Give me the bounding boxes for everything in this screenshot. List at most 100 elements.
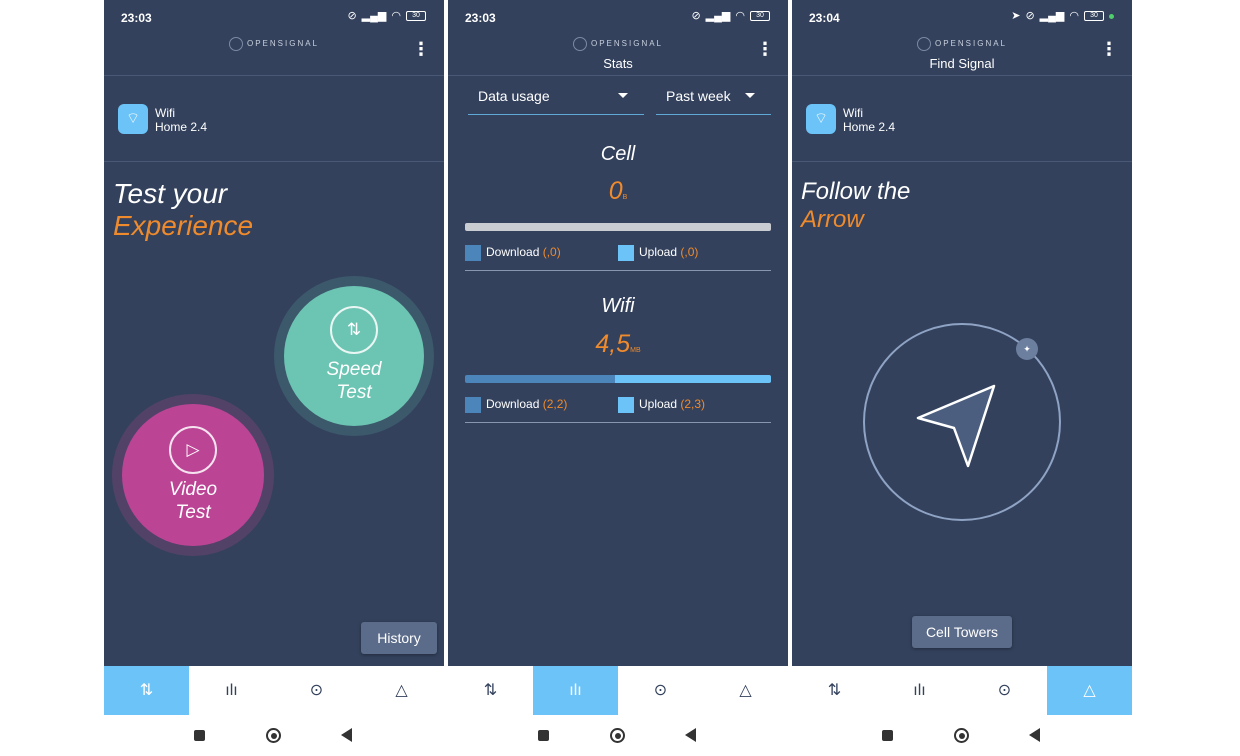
network-type: Wifi (843, 106, 863, 120)
network-info: ⌔ Wifi Home 2.4 (792, 76, 1132, 162)
overflow-menu-icon[interactable]: ⋮ (1100, 40, 1118, 58)
download-swatch (465, 397, 481, 413)
cell-usage-bar (465, 223, 771, 231)
map-pin-icon: ⊙ (653, 682, 668, 699)
navigation-triangle-icon: △ (395, 682, 408, 699)
bar-chart-icon: ılı (913, 682, 926, 699)
wifi-status-icon: ◠ (391, 10, 401, 22)
history-button[interactable]: History (361, 622, 437, 654)
privacy-indicator-dot (1109, 13, 1114, 19)
signal-bars-icon: ▂▄▆ (1039, 10, 1065, 22)
recents-icon[interactable] (882, 730, 893, 741)
wifi-title: Wifi (601, 295, 635, 317)
wifi-icon: ⌔ (806, 104, 836, 134)
wifi-status-icon: ◠ (1069, 10, 1079, 22)
tab-find-signal[interactable]: △ (359, 666, 444, 715)
speed-arrows-icon: ⇅ (330, 306, 378, 354)
system-nav (448, 715, 788, 756)
home-icon[interactable] (266, 728, 281, 743)
upload-swatch (618, 397, 634, 413)
overflow-menu-icon[interactable]: ⋮ (756, 40, 774, 58)
phone-screen-find-signal: 23:04 ➤ ⊘ ▂▄▆ ◠ 30 OPENSIGNAL Find Signa… (792, 0, 1132, 756)
metric-dropdown[interactable]: Data usage (468, 84, 644, 115)
status-time: 23:03 (121, 11, 152, 25)
speed-test-button[interactable]: ⇅ Speed Test (284, 286, 424, 426)
system-nav (792, 715, 1132, 756)
alarm-off-icon: ⊘ (1025, 10, 1035, 22)
alarm-off-icon: ⊘ (347, 10, 357, 22)
back-icon[interactable] (685, 728, 696, 742)
tab-stats[interactable]: ılı (189, 666, 274, 715)
home-icon[interactable] (954, 728, 969, 743)
wifi-usage-bar (465, 375, 771, 383)
overflow-menu-icon[interactable]: ⋮ (412, 40, 430, 58)
tab-find-signal[interactable]: △ (1047, 666, 1132, 715)
arrows-updown-icon: ⇅ (827, 682, 842, 699)
cell-value: 0B (608, 177, 628, 205)
tab-find-signal[interactable]: △ (703, 666, 788, 715)
opensignal-logo: OPENSIGNAL (792, 37, 1132, 51)
video-test-button[interactable]: ▷ Video Test (122, 404, 264, 546)
bar-chart-icon: ılı (569, 682, 582, 699)
wifi-status-icon: ◠ (735, 10, 745, 22)
tab-speed-test[interactable]: ⇅ (792, 666, 877, 715)
tab-map[interactable]: ⊙ (274, 666, 359, 715)
status-bar: 23:03 ⊘ ▂▄▆ ◠ 30 (448, 0, 788, 34)
battery-icon: 30 (406, 11, 426, 21)
wifi-download-segment (465, 375, 615, 383)
bar-chart-icon: ılı (225, 682, 238, 699)
download-swatch (465, 245, 481, 261)
dropdown-caret-icon (745, 93, 755, 98)
recents-icon[interactable] (194, 730, 205, 741)
play-icon: ▷ (169, 426, 217, 474)
bottom-nav: ⇅ ılı ⊙ △ (448, 666, 788, 715)
system-nav (104, 715, 444, 756)
tab-stats[interactable]: ılı (877, 666, 962, 715)
home-icon[interactable] (610, 728, 625, 743)
back-icon[interactable] (341, 728, 352, 742)
dropdown-caret-icon (618, 93, 628, 98)
period-dropdown[interactable]: Past week (656, 84, 771, 115)
signal-bars-icon: ▂▄▆ (705, 10, 731, 22)
tab-map[interactable]: ⊙ (618, 666, 703, 715)
tab-speed-test[interactable]: ⇅ (448, 666, 533, 715)
upload-swatch (618, 245, 634, 261)
network-info: ⌔ Wifi Home 2.4 (104, 76, 444, 162)
battery-icon: 30 (1084, 11, 1104, 21)
wifi-legend: Download (2,2) Upload (2,3) (465, 391, 771, 423)
cell-tower-icon: ✦ (1016, 338, 1038, 360)
network-name: Home 2.4 (843, 120, 896, 134)
logo-mark-icon (572, 37, 587, 51)
arrows-updown-icon: ⇅ (483, 682, 498, 699)
status-bar: 23:03 ⊘ ▂▄▆ ◠ 30 (104, 0, 444, 34)
logo-mark-icon (916, 37, 931, 51)
phone-screen-stats: 23:03 ⊘ ▂▄▆ ◠ 30 OPENSIGNAL Stats ⋮ Data… (448, 0, 788, 756)
app-bar: OPENSIGNAL ⋮ (104, 34, 444, 76)
map-pin-icon: ⊙ (309, 682, 324, 699)
headline: Test your Experience (113, 178, 254, 241)
app-bar: OPENSIGNAL Find Signal ⋮ (792, 34, 1132, 76)
tab-map[interactable]: ⊙ (962, 666, 1047, 715)
navigation-triangle-icon: △ (739, 682, 752, 699)
navigation-triangle-icon: △ (1083, 682, 1096, 699)
phone-screen-speed-test: 23:03 ⊘ ▂▄▆ ◠ 30 OPENSIGNAL ⋮ ⌔ Wifi Hom… (104, 0, 444, 756)
cell-towers-button[interactable]: Cell Towers (912, 616, 1012, 648)
location-arrow-icon: ➤ (1011, 10, 1021, 22)
bottom-nav: ⇅ ılı ⊙ △ (792, 666, 1132, 715)
opensignal-logo: OPENSIGNAL (104, 37, 444, 51)
wifi-value: 4,5MB (595, 330, 641, 358)
wifi-upload-segment (614, 375, 771, 383)
page-title: Find Signal (929, 56, 995, 71)
wifi-icon: ⌔ (118, 104, 148, 134)
tab-stats[interactable]: ılı (533, 666, 618, 715)
logo-mark-icon (228, 37, 243, 51)
tab-speed-test[interactable]: ⇅ (104, 666, 189, 715)
network-name: Home 2.4 (155, 120, 208, 134)
back-icon[interactable] (1029, 728, 1040, 742)
status-time: 23:03 (465, 11, 496, 25)
bottom-nav: ⇅ ılı ⊙ △ (104, 666, 444, 715)
status-bar: 23:04 ➤ ⊘ ▂▄▆ ◠ 30 (792, 0, 1132, 34)
recents-icon[interactable] (538, 730, 549, 741)
opensignal-logo: OPENSIGNAL (448, 37, 788, 51)
arrows-updown-icon: ⇅ (139, 682, 154, 699)
